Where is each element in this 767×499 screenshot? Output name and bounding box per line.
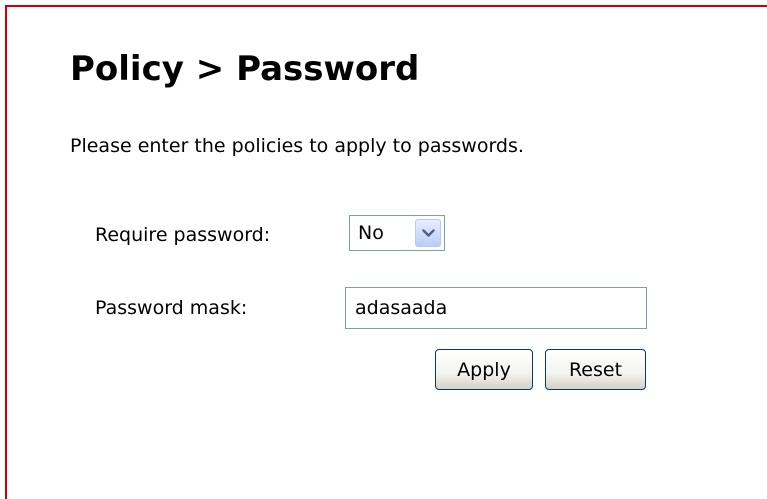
chevron-down-icon: [422, 229, 435, 237]
password-mask-label: Password mask:: [95, 297, 248, 319]
require-password-label: Require password:: [95, 224, 271, 246]
content-frame: Policy > Password Please enter the polic…: [5, 5, 767, 499]
intro-text: Please enter the policies to apply to pa…: [70, 135, 524, 157]
require-password-select[interactable]: No: [349, 215, 445, 251]
apply-button[interactable]: Apply: [435, 349, 533, 390]
page-title: Policy > Password: [70, 49, 420, 89]
reset-button[interactable]: Reset: [545, 349, 646, 390]
dropdown-arrow-button[interactable]: [415, 219, 441, 247]
require-password-selected-value: No: [358, 222, 384, 244]
password-mask-input[interactable]: [345, 287, 647, 329]
